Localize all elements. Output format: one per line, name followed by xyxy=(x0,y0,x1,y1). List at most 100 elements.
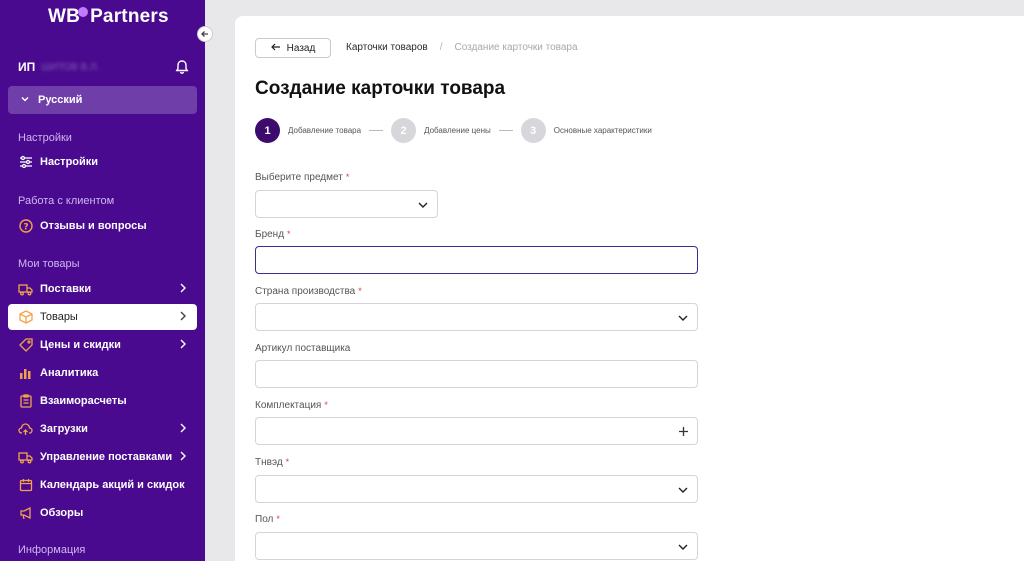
sliders-icon xyxy=(18,155,33,170)
subject-label-text: Выберите предмет xyxy=(255,172,343,183)
required-mark: * xyxy=(276,514,280,524)
subject-label: Выберите предмет * xyxy=(255,172,349,183)
question-circle-icon: ? xyxy=(18,219,33,234)
required-mark: * xyxy=(285,457,290,467)
section-info: Информация xyxy=(18,544,86,556)
section-settings: Настройки xyxy=(18,132,72,144)
sidebar-item-label: Поставки xyxy=(40,283,92,295)
step-divider xyxy=(369,130,384,131)
kit-label: Комплектация * xyxy=(255,400,328,411)
step-2-label: Добавление цены xyxy=(424,126,491,135)
breadcrumb-current: Создание карточки товара xyxy=(454,42,578,53)
kit-label-text: Комплектация xyxy=(255,400,322,411)
user-prefix: ИП xyxy=(18,60,36,74)
sidebar-item-label: Аналитика xyxy=(40,367,99,379)
required-mark: * xyxy=(324,400,328,410)
breadcrumb-separator: / xyxy=(439,42,443,53)
user-name: ШИТОВ В.Л. xyxy=(41,61,100,73)
language-selector[interactable]: Русский xyxy=(8,86,197,114)
logo-wb-text: WB xyxy=(48,6,81,27)
sidebar-item-goods[interactable]: Товары xyxy=(8,304,197,330)
clipboard-icon xyxy=(18,394,33,409)
stepper: 1 Добавление товара 2 Добавление цены 3 … xyxy=(255,118,652,143)
gender-select[interactable] xyxy=(255,532,698,560)
user-row: ИП ШИТОВ В.Л. xyxy=(18,59,190,75)
back-button-label: Назад xyxy=(286,42,316,54)
step-divider xyxy=(498,130,513,131)
bar-chart-icon xyxy=(18,366,33,381)
truck-icon xyxy=(18,450,33,465)
step-1-label: Добавление товара xyxy=(288,126,362,135)
sidebar-item-settings[interactable]: Настройки xyxy=(8,149,197,175)
sidebar-item-label: Взаиморасчеты xyxy=(40,395,127,407)
sidebar-item-prices[interactable]: Цены и скидки xyxy=(8,332,197,358)
chevron-down-icon xyxy=(20,94,30,106)
tnved-select[interactable] xyxy=(255,475,698,503)
wb-partners-logo[interactable]: WB Partners xyxy=(48,6,169,28)
country-label: Страна производства * xyxy=(255,286,362,297)
collapse-sidebar-button[interactable] xyxy=(197,26,213,42)
breadcrumb-link-cards[interactable]: Карточки товаров xyxy=(346,42,428,53)
sidebar-item-uploads[interactable]: Загрузки xyxy=(8,416,197,442)
sidebar-item-supplies[interactable]: Поставки xyxy=(8,276,197,302)
svg-text:?: ? xyxy=(23,223,28,233)
main-content: Назад Карточки товаров / Создание карточ… xyxy=(235,16,1024,561)
sidebar-item-label: Товары xyxy=(40,311,78,323)
plus-icon[interactable] xyxy=(678,422,689,441)
chevron-down-icon xyxy=(678,544,688,550)
truck-icon xyxy=(18,282,33,297)
brand-label-text: Бренд xyxy=(255,229,285,240)
step-1-circle[interactable]: 1 xyxy=(255,118,280,143)
article-input[interactable] xyxy=(255,360,698,388)
logo-partners-text: Partners xyxy=(90,6,169,27)
country-select[interactable] xyxy=(255,303,698,331)
breadcrumb: Карточки товаров / Создание карточки тов… xyxy=(346,42,578,53)
arrow-left-icon xyxy=(270,42,281,55)
logo-dot-icon xyxy=(78,7,88,17)
chevron-right-icon xyxy=(179,338,187,353)
chevron-right-icon xyxy=(179,422,187,437)
step-2-circle[interactable]: 2 xyxy=(391,118,417,143)
sidebar-item-supply-management[interactable]: Управление поставками xyxy=(8,444,197,470)
sidebar-item-calendar[interactable]: Календарь акций и скидок xyxy=(8,472,197,498)
page-title: Создание карточки товара xyxy=(255,78,506,99)
sidebar-item-label: Календарь акций и скидок xyxy=(40,479,185,491)
section-my-goods: Мои товары xyxy=(18,258,80,270)
tnved-label: Тнвэд * xyxy=(255,457,289,468)
sidebar-item-reviews-overview[interactable]: Обзоры xyxy=(8,500,197,526)
article-label: Артикул поставщика xyxy=(255,343,350,354)
arrow-left-icon xyxy=(201,31,208,37)
chevron-down-icon xyxy=(678,315,688,321)
tag-icon xyxy=(18,338,33,353)
step-3-label: Основные характеристики xyxy=(553,126,652,135)
sidebar: WB Partners ИП ШИТОВ В.Л. Русский Настрой… xyxy=(0,0,205,561)
chevron-down-icon xyxy=(678,487,688,493)
chevron-right-icon xyxy=(179,282,187,297)
kit-input[interactable] xyxy=(255,417,698,445)
sidebar-item-label: Отзывы и вопросы xyxy=(40,220,147,232)
chevron-right-icon xyxy=(179,310,187,325)
back-button[interactable]: Назад xyxy=(255,38,331,58)
tnved-label-text: Тнвэд xyxy=(255,457,283,468)
subject-select[interactable] xyxy=(255,190,438,218)
required-mark: * xyxy=(287,229,291,239)
megaphone-icon xyxy=(18,506,33,521)
cloud-upload-icon xyxy=(18,422,33,437)
article-label-text: Артикул поставщика xyxy=(255,343,351,354)
box-icon xyxy=(18,310,33,325)
required-mark: * xyxy=(358,286,362,296)
brand-input[interactable] xyxy=(255,246,698,274)
language-label: Русский xyxy=(38,94,83,106)
bell-icon[interactable] xyxy=(174,59,190,75)
chevron-right-icon xyxy=(179,450,187,465)
sidebar-item-label: Обзоры xyxy=(40,507,84,519)
sidebar-item-settlements[interactable]: Взаиморасчеты xyxy=(8,388,197,414)
chevron-down-icon xyxy=(418,202,428,208)
sidebar-item-analytics[interactable]: Аналитика xyxy=(8,360,197,386)
required-mark: * xyxy=(345,172,350,182)
step-3-circle[interactable]: 3 xyxy=(520,118,546,143)
gender-label-text: Пол xyxy=(255,514,274,525)
calendar-icon xyxy=(18,478,33,493)
sidebar-item-reviews[interactable]: ? Отзывы и вопросы xyxy=(8,213,197,239)
sidebar-item-label: Цены и скидки xyxy=(40,339,121,351)
